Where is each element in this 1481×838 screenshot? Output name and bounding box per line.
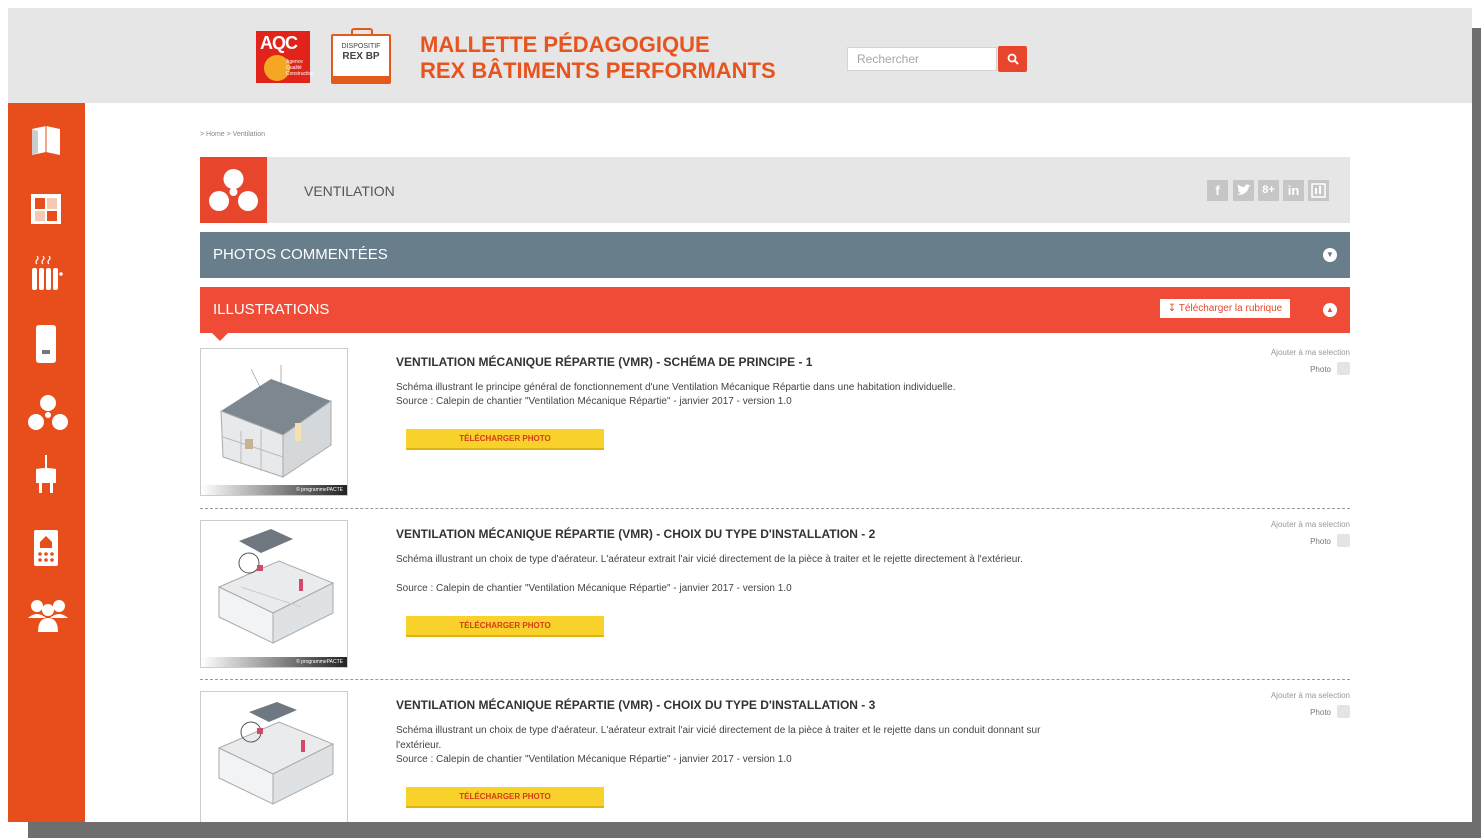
search-icon	[1007, 53, 1019, 65]
aqc-logo[interactable]: AQC Agence Qualité Construction	[256, 31, 314, 83]
item-source: Source : Calepin de chantier "Ventilatio…	[396, 583, 792, 594]
download-icon: ↧	[1167, 303, 1177, 314]
page-title: VENTILATION	[304, 183, 395, 199]
section-pointer	[212, 333, 228, 341]
page-frame: AQC Agence Qualité Construction DISPOSIT…	[8, 8, 1472, 822]
illustration-item: © programmePACTE VENTILATION MÉCANIQUE R…	[200, 520, 1350, 680]
chevron-up-icon[interactable]: ▲	[1323, 303, 1337, 317]
envelope-wall-icon[interactable]	[28, 123, 64, 159]
installation-diagram-image	[217, 702, 335, 805]
download-section-label: Télécharger la rubrique	[1178, 303, 1283, 314]
photo-checkbox[interactable]	[1337, 362, 1350, 375]
site-title-line1: MALLETTE PÉDAGOGIQUE	[420, 32, 710, 57]
site-title-line2: REX BÂTIMENTS PERFORMANTS	[420, 58, 776, 83]
illustration-item: VENTILATION MÉCANIQUE RÉPARTIE (VMR) - C…	[200, 691, 1350, 822]
water-heater-icon[interactable]	[28, 323, 64, 363]
item-separator	[200, 679, 1350, 680]
ventilation-fan-icon[interactable]	[28, 395, 68, 431]
header: AQC Agence Qualité Construction DISPOSIT…	[8, 8, 1472, 103]
window-shadow-right	[1472, 28, 1481, 838]
section-photos-commentees[interactable]: PHOTOS COMMENTÉES ▼	[200, 232, 1350, 278]
house-diagram-image	[220, 365, 332, 478]
add-to-selection-label: Ajouter à ma selection	[1270, 348, 1350, 357]
chevron-down-icon[interactable]: ▼	[1323, 248, 1337, 262]
illustration-thumbnail[interactable]: © programmePACTE	[200, 520, 348, 668]
rex-bp-logo[interactable]: DISPOSITIF REX BP	[331, 28, 391, 84]
photo-checkbox[interactable]	[1337, 534, 1350, 547]
download-section-button[interactable]: ↧ Télécharger la rubrique	[1160, 299, 1290, 318]
photo-checkbox[interactable]	[1337, 705, 1350, 718]
photo-credit: © programmePACTE	[201, 657, 347, 667]
photo-credit: © programmePACTE	[201, 485, 347, 495]
item-separator	[200, 508, 1350, 509]
linkedin-icon[interactable]: in	[1283, 180, 1304, 201]
item-title[interactable]: VENTILATION MÉCANIQUE RÉPARTIE (VMR) - C…	[396, 527, 875, 541]
item-description: Schéma illustrant un choix de type d'aér…	[396, 725, 1041, 751]
rex-logo-line1: DISPOSITIF	[341, 43, 381, 50]
download-photo-button[interactable]: TÉLÉCHARGER PHOTO	[406, 429, 604, 450]
item-description: Schéma illustrant le principe général de…	[396, 382, 956, 393]
photo-label: Photo	[1310, 365, 1331, 374]
item-source: Source : Calepin de chantier "Ventilatio…	[396, 754, 792, 765]
item-source: Source : Calepin de chantier "Ventilatio…	[396, 396, 792, 407]
electric-plug-icon[interactable]	[28, 453, 64, 493]
section-illustrations-label: ILLUSTRATIONS	[213, 301, 330, 318]
photo-label: Photo	[1310, 537, 1331, 546]
add-to-selection-label: Ajouter à ma selection	[1270, 520, 1350, 529]
section-illustrations[interactable]: ILLUSTRATIONS ↧ Télécharger la rubrique …	[200, 287, 1350, 341]
google-plus-icon[interactable]: 8+	[1258, 180, 1279, 201]
aqc-logo-subtitle: Agence Qualité Construction	[286, 59, 315, 77]
add-to-selection-label: Ajouter à ma selection	[1270, 691, 1350, 700]
home-control-icon[interactable]	[28, 529, 64, 566]
item-title[interactable]: VENTILATION MÉCANIQUE RÉPARTIE (VMR) - C…	[396, 698, 875, 712]
rex-logo-bar	[333, 76, 389, 82]
briefcase-handle-icon	[351, 28, 373, 36]
download-photo-button[interactable]: TÉLÉCHARGER PHOTO	[406, 787, 604, 808]
aqc-logo-text: AQC	[260, 33, 298, 53]
illustration-thumbnail[interactable]: © programmePACTE	[200, 348, 348, 496]
photo-label: Photo	[1310, 708, 1331, 717]
breadcrumb[interactable]: > Home > Ventilation	[200, 131, 265, 138]
window-icon[interactable]	[28, 191, 64, 227]
twitter-icon[interactable]	[1233, 180, 1254, 201]
facebook-icon[interactable]: f	[1207, 180, 1228, 201]
illustration-item: © programmePACTE VENTILATION MÉCANIQUE R…	[200, 348, 1350, 508]
window-shadow-bottom	[28, 822, 1481, 838]
search-input[interactable]	[847, 47, 997, 71]
illustration-thumbnail[interactable]	[200, 691, 348, 822]
ventilation-fan-icon	[209, 169, 258, 211]
site-title[interactable]: MALLETTE PÉDAGOGIQUE REX BÂTIMENTS PERFO…	[420, 32, 776, 84]
sidebar	[8, 103, 85, 822]
section-photos-label: PHOTOS COMMENTÉES	[213, 246, 388, 263]
search-button[interactable]	[998, 46, 1027, 72]
ventilation-tile	[200, 157, 267, 223]
download-photo-button[interactable]: TÉLÉCHARGER PHOTO	[406, 616, 604, 637]
page-header: VENTILATION f 8+ in	[200, 157, 1350, 223]
item-title[interactable]: VENTILATION MÉCANIQUE RÉPARTIE (VMR) - S…	[396, 355, 812, 369]
viadeo-icon[interactable]	[1308, 180, 1329, 201]
item-description: Schéma illustrant un choix de type d'aér…	[396, 554, 1023, 565]
heating-radiator-icon[interactable]	[28, 254, 64, 290]
rex-logo-line2: REX BP	[342, 51, 380, 62]
users-icon[interactable]	[28, 598, 68, 634]
installation-diagram-image	[217, 529, 335, 644]
